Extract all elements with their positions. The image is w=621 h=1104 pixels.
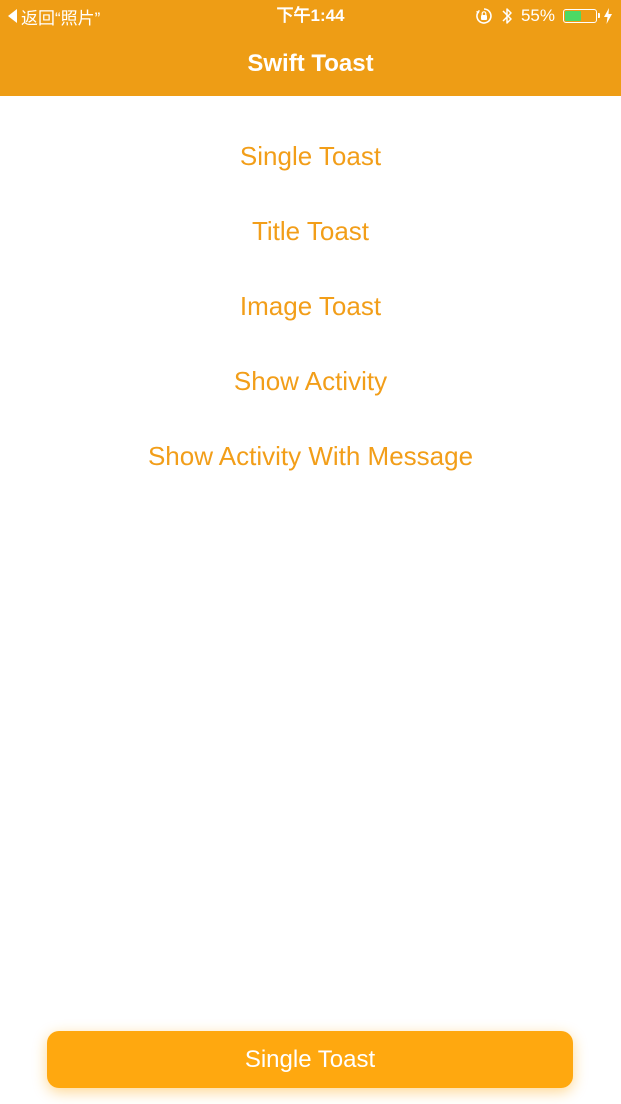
toast-options-list: Single Toast Title Toast Image Toast Sho…	[0, 119, 621, 494]
single-toast-button[interactable]: Single Toast	[0, 119, 621, 194]
battery-level-fill	[565, 11, 581, 21]
show-activity-button[interactable]: Show Activity	[0, 344, 621, 419]
image-toast-button[interactable]: Image Toast	[0, 269, 621, 344]
header: 返回“照片” 下午1:44 55% Swift Toast	[0, 0, 621, 96]
battery-percent: 55%	[520, 6, 555, 25]
status-bar: 返回“照片” 下午1:44 55%	[0, 0, 621, 32]
orientation-lock-icon	[476, 8, 492, 24]
status-indicators: 55%	[467, 4, 613, 28]
charging-bolt-icon	[604, 8, 612, 24]
app-screen: 返回“照片” 下午1:44 55% Swift Toast Single Toa…	[0, 0, 621, 1104]
bluetooth-icon	[502, 8, 512, 24]
battery-icon	[563, 9, 600, 23]
toast-message: Single Toast	[47, 1031, 573, 1088]
page-title: Swift Toast	[247, 50, 374, 77]
title-toast-button[interactable]: Title Toast	[0, 194, 621, 269]
show-activity-with-message-button[interactable]: Show Activity With Message	[0, 419, 621, 494]
